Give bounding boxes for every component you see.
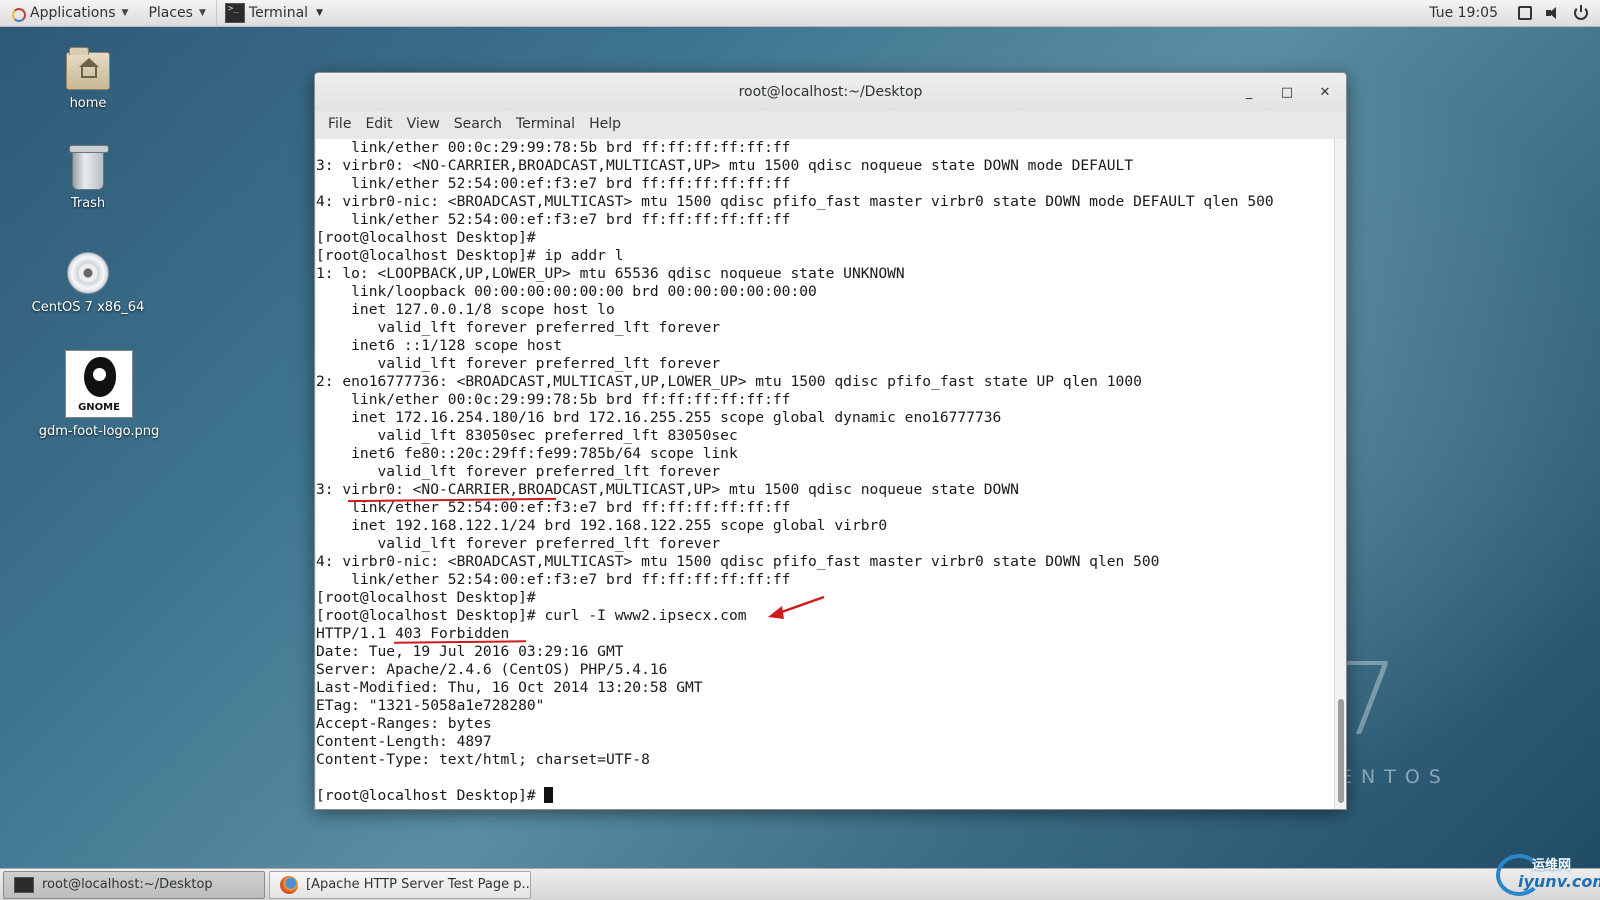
terminal-line: link/loopback 00:00:00:00:00:00 brd 00:0…	[316, 283, 817, 300]
desktop-icon-trash[interactable]: Trash	[23, 145, 153, 211]
terminal-line: valid_lft forever preferred_lft forever	[316, 535, 721, 552]
display-icon[interactable]	[1518, 6, 1532, 20]
desktop-icon-label: gdm-foot-logo.png	[38, 424, 160, 439]
chevron-down-icon: ▼	[198, 8, 206, 18]
top-panel: Applications ▼ Places ▼ >_ Terminal ▼ Tu…	[0, 0, 1600, 27]
menu-edit[interactable]: Edit	[360, 114, 397, 134]
terminal-icon	[14, 876, 34, 893]
thumbnail-text: GNOME	[78, 402, 120, 413]
terminal-line: 4: virbr0-nic: <BROADCAST,MULTICAST> mtu…	[316, 193, 1274, 210]
chevron-down-icon: ▼	[316, 8, 323, 18]
scrollbar-thumb[interactable]	[1338, 699, 1344, 803]
terminal-line: 1: lo: <LOOPBACK,UP,LOWER_UP> mtu 65536 …	[316, 265, 905, 282]
menubar: File Edit View Search Terminal Help	[315, 111, 1346, 137]
annotation-arrow-icon	[768, 595, 825, 619]
disc-icon	[67, 252, 109, 294]
logo-line1: 运维网	[1532, 858, 1572, 873]
terminal-line: inet 172.16.254.180/16 brd 172.16.255.25…	[316, 409, 1002, 426]
terminal-line: valid_lft forever preferred_lft forever	[316, 355, 721, 372]
taskbar-item-label: [Apache HTTP Server Test Page p...	[306, 877, 531, 892]
status-area: Tue 19:05	[1429, 5, 1600, 21]
terminal-line: 2: eno16777736: <BROADCAST,MULTICAST,UP,…	[316, 373, 1142, 390]
desktop-icon-centos-disc[interactable]: CentOS 7 x86_64	[23, 252, 153, 315]
terminal-line: valid_lft forever preferred_lft forever	[316, 463, 721, 480]
centos-watermark-word: ENTOS	[1340, 766, 1450, 788]
volume-icon[interactable]	[1546, 6, 1560, 20]
terminal-line: link/ether 52:54:00:ef:f3:e7 brd ff:ff:f…	[316, 175, 791, 192]
terminal-cursor	[544, 787, 554, 803]
menu-search[interactable]: Search	[449, 114, 507, 134]
chevron-down-icon: ▼	[121, 8, 129, 18]
terminal-icon: >_	[224, 3, 245, 23]
terminal-line: link/ether 52:54:00:ef:f3:e7 brd ff:ff:f…	[316, 211, 791, 228]
terminal-line: valid_lft forever preferred_lft forever	[316, 319, 721, 336]
terminal-line: inet 192.168.122.1/24 brd 192.168.122.25…	[316, 517, 888, 534]
terminal-line: [root@localhost Desktop]#	[316, 787, 1334, 805]
terminal-line: link/ether 00:0c:29:99:78:5b brd ff:ff:f…	[316, 139, 791, 156]
applications-label: Applications	[30, 5, 116, 21]
desktop-icon-label: home	[69, 96, 107, 111]
terminal-output[interactable]: link/ether 00:0c:29:99:78:5b brd ff:ff:f…	[316, 139, 1346, 809]
terminal-line: [root@localhost Desktop]# ip addr l	[316, 247, 624, 264]
taskbar-item-label: root@localhost:~/Desktop	[42, 877, 213, 892]
trash-icon	[69, 145, 109, 190]
bottom-taskbar: root@localhost:~/Desktop [Apache HTTP Se…	[0, 868, 1600, 900]
terminal-line: Content-Length: 4897	[316, 733, 492, 750]
terminal-line: link/ether 00:0c:29:99:78:5b brd ff:ff:f…	[316, 391, 791, 408]
home-folder-icon	[66, 47, 110, 90]
terminal-line: inet6 ::1/128 scope host	[316, 337, 563, 354]
applications-menu[interactable]: Applications ▼	[0, 0, 138, 27]
window-titlebar[interactable]: root@localhost:~/Desktop _ □ ✕	[315, 73, 1346, 111]
terminal-line: Content-Type: text/html; charset=UTF-8	[316, 751, 650, 768]
app-menu-label: Terminal	[248, 5, 309, 21]
desktop-icon-home[interactable]: home	[23, 47, 153, 111]
image-file-icon: GNOME	[65, 350, 133, 418]
places-menu[interactable]: Places ▼	[138, 0, 215, 27]
app-menu-terminal[interactable]: >_ Terminal ▼	[215, 0, 331, 27]
menu-view[interactable]: View	[402, 114, 445, 134]
maximize-button[interactable]: □	[1272, 79, 1302, 105]
terminal-line: 3: virbr0: <NO-CARRIER,BROADCAST,MULTICA…	[316, 481, 1019, 498]
scrollbar[interactable]	[1334, 139, 1346, 809]
window-controls: _ □ ✕	[1234, 73, 1340, 111]
terminal-line: valid_lft 83050sec preferred_lft 83050se…	[316, 427, 738, 444]
terminal-line: 3: virbr0: <NO-CARRIER,BROADCAST,MULTICA…	[316, 157, 1134, 174]
firefox-icon	[280, 875, 298, 894]
terminal-line: 4: virbr0-nic: <BROADCAST,MULTICAST> mtu…	[316, 553, 1160, 570]
menu-help[interactable]: Help	[584, 114, 626, 134]
terminal-line: Date: Tue, 19 Jul 2016 03:29:16 GMT	[316, 643, 624, 660]
applications-icon	[10, 6, 26, 22]
close-button[interactable]: ✕	[1310, 79, 1340, 105]
terminal-line: link/ether 52:54:00:ef:f3:e7 brd ff:ff:f…	[316, 499, 791, 516]
terminal-line: inet6 fe80::20c:29ff:fe99:785b/64 scope …	[316, 445, 738, 462]
terminal-line: [root@localhost Desktop]#	[316, 229, 536, 246]
terminal-line: Server: Apache/2.4.6 (CentOS) PHP/5.4.16	[316, 661, 668, 678]
gnome-foot-icon	[84, 357, 116, 397]
power-icon[interactable]	[1574, 5, 1588, 20]
site-watermark-logo: 运维网 iyunv.com	[1496, 852, 1600, 898]
desktop-icon-gdm-foot-logo[interactable]: GNOME gdm-foot-logo.png	[34, 350, 164, 439]
terminal-window: root@localhost:~/Desktop _ □ ✕ File Edit…	[314, 72, 1347, 810]
logo-line2: iyunv.com	[1518, 872, 1600, 891]
minimize-button[interactable]: _	[1234, 79, 1264, 105]
terminal-line: ETag: "1321-5058a1e728280"	[316, 697, 545, 714]
taskbar-item-terminal[interactable]: root@localhost:~/Desktop	[3, 870, 265, 899]
terminal-line: link/ether 52:54:00:ef:f3:e7 brd ff:ff:f…	[316, 571, 791, 588]
terminal-line: Last-Modified: Thu, 16 Oct 2014 13:20:58…	[316, 679, 703, 696]
terminal-text: link/ether 00:0c:29:99:78:5b brd ff:ff:f…	[316, 139, 1334, 805]
taskbar-item-firefox[interactable]: [Apache HTTP Server Test Page p...	[269, 870, 531, 899]
desktop-icon-label: Trash	[70, 196, 106, 211]
desktop-icon-label: CentOS 7 x86_64	[31, 300, 145, 315]
terminal-line: inet 127.0.0.1/8 scope host lo	[316, 301, 615, 318]
places-label: Places	[148, 5, 193, 21]
menu-file[interactable]: File	[323, 114, 356, 134]
terminal-line: Accept-Ranges: bytes	[316, 715, 492, 732]
menu-terminal[interactable]: Terminal	[511, 114, 580, 134]
window-title: root@localhost:~/Desktop	[738, 84, 923, 100]
clock[interactable]: Tue 19:05	[1429, 5, 1498, 21]
